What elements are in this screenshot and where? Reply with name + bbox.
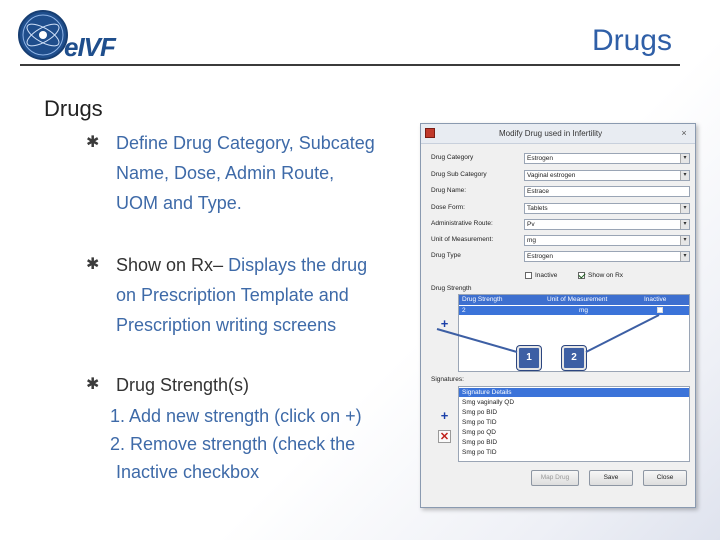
- field-label-category: Drug Category: [431, 154, 474, 161]
- bullet-star-icon: ✱: [86, 376, 100, 393]
- bullet-dash: –: [213, 255, 224, 275]
- drug-subcategory-select[interactable]: Vaginal estrogen ▾: [524, 170, 690, 181]
- dialog-titlebar: Modify Drug used in Infertility ×: [421, 124, 695, 144]
- checkbox-label: Show on Rx: [588, 272, 624, 280]
- chevron-down-icon[interactable]: ▾: [680, 220, 689, 229]
- chevron-down-icon[interactable]: ▾: [680, 154, 689, 163]
- callout-badge: 1: [517, 346, 541, 370]
- bullet-lead: Show on Rx: [116, 255, 214, 275]
- bullet-show-on-rx: ✱ Show on Rx– Displays the drug on Presc…: [86, 250, 416, 340]
- field-value: mg: [527, 237, 537, 244]
- checkbox-label: Inactive: [535, 272, 558, 280]
- delete-signature-icon[interactable]: ✕: [438, 430, 451, 443]
- dialog-title: Modify Drug used in Infertility: [499, 129, 603, 138]
- drug-strength-group-label: Drug Strength: [431, 285, 472, 292]
- signatures-list: Signature Details Smg vaginally QD Smg p…: [458, 386, 690, 462]
- field-label-route: Administrative Route:: [431, 220, 493, 227]
- field-label-type: Drug Type: [431, 252, 461, 259]
- column-header: Drug Strength: [462, 296, 503, 303]
- chevron-down-icon[interactable]: ▾: [680, 171, 689, 180]
- dialog-app-icon: [425, 128, 435, 138]
- sub-item-remove: 2. Remove strength (check the: [110, 434, 356, 454]
- field-value: Estrogen: [527, 155, 554, 162]
- grid-header: Drug Strength Unit of Measurement Inacti…: [459, 295, 689, 305]
- modify-drug-dialog: Modify Drug used in Infertility × Drug C…: [420, 123, 696, 508]
- bullet-line: Define Drug Category, Subcateg: [116, 133, 375, 153]
- bullet-define-drug: ✱ Define Drug Category, Subcateg Name, D…: [86, 128, 416, 218]
- uom-cell[interactable]: mg: [579, 306, 588, 315]
- checkbox-box[interactable]: [525, 272, 532, 279]
- slide-title: Drugs: [591, 24, 672, 57]
- bullet-line: Show on Rx– Displays the drug: [116, 250, 416, 280]
- field-label-subcategory: Drug Sub Category: [431, 171, 487, 178]
- add-signature-icon[interactable]: +: [438, 409, 451, 422]
- list-item[interactable]: Smg po BID: [459, 438, 689, 447]
- bullet-star-icon: ✱: [86, 134, 100, 151]
- field-label-dose-form: Dose Form:: [431, 204, 465, 211]
- chevron-down-icon[interactable]: ▾: [680, 236, 689, 245]
- field-value: Estrace: [527, 188, 550, 195]
- logo-emblem-icon: [18, 10, 68, 60]
- list-item[interactable]: Smg po TID: [459, 448, 689, 457]
- show-on-rx-checkbox[interactable]: Show on Rx: [578, 272, 623, 279]
- drug-name-input[interactable]: Estrace: [524, 186, 690, 197]
- add-strength-icon[interactable]: +: [438, 317, 451, 330]
- bullet-star-icon: ✱: [86, 256, 100, 273]
- header-divider: [20, 64, 680, 66]
- column-header: Unit of Measurement: [547, 296, 608, 303]
- logo-text: eIVF: [64, 32, 116, 62]
- inactive-checkbox[interactable]: Inactive: [525, 272, 557, 279]
- list-item[interactable]: Smg po TID: [459, 418, 689, 427]
- list-item[interactable]: Signature Details: [459, 388, 689, 397]
- map-drug-button[interactable]: Map Drug: [531, 470, 579, 486]
- chevron-down-icon[interactable]: ▾: [680, 252, 689, 261]
- chevron-down-icon[interactable]: ▾: [680, 204, 689, 213]
- field-value: Vaginal estrogen: [527, 172, 576, 179]
- list-item[interactable]: Smg po QD: [459, 428, 689, 437]
- drug-category-select[interactable]: Estrogen ▾: [524, 153, 690, 164]
- column-header: Inactive: [644, 296, 667, 303]
- bullet-line: Name, Dose, Admin Route,: [116, 163, 335, 183]
- close-icon[interactable]: ×: [677, 127, 691, 139]
- bullet-line: on Prescription Template and: [116, 285, 349, 305]
- inactive-cell-checkbox[interactable]: [657, 307, 663, 313]
- callout-badge: 2: [562, 346, 586, 370]
- field-value: Pv: [527, 221, 535, 228]
- field-label-uom: Unit of Measurement:: [431, 236, 494, 243]
- dose-form-select[interactable]: Tablets ▾: [524, 203, 690, 214]
- bullet-line: Drug Strength(s): [116, 375, 250, 395]
- uom-select[interactable]: mg ▾: [524, 235, 690, 246]
- field-value: Estrogen: [527, 253, 554, 260]
- strength-cell[interactable]: 2: [462, 306, 466, 315]
- section-title: Drugs: [44, 96, 103, 121]
- bullet-drug-strength: ✱ Drug Strength(s): [86, 370, 416, 400]
- sub-item-inactive: Inactive checkbox: [116, 462, 260, 482]
- admin-route-select[interactable]: Pv ▾: [524, 219, 690, 230]
- bullet-line: Prescription writing screens: [116, 315, 337, 335]
- table-row[interactable]: 2 mg: [459, 306, 689, 315]
- drug-type-select[interactable]: Estrogen ▾: [524, 251, 690, 262]
- list-item[interactable]: Smg vaginally QD: [459, 398, 689, 407]
- slide: eIVF Drugs Drugs ✱ Define Drug Category,…: [0, 0, 720, 540]
- sub-item-add: 1. Add new strength (click on +): [110, 406, 362, 426]
- close-button[interactable]: Close: [643, 470, 687, 486]
- field-value: Tablets: [527, 205, 548, 212]
- bullet-line: UOM and Type.: [116, 193, 242, 213]
- field-label-name: Drug Name:: [431, 187, 467, 194]
- save-button[interactable]: Save: [589, 470, 633, 486]
- eivf-logo: eIVF: [18, 10, 128, 64]
- bullet-rest: Displays the drug: [223, 255, 368, 275]
- checkbox-box[interactable]: [578, 272, 585, 279]
- list-item[interactable]: Smg po BID: [459, 408, 689, 417]
- signatures-group-label: Signatures:: [431, 376, 464, 383]
